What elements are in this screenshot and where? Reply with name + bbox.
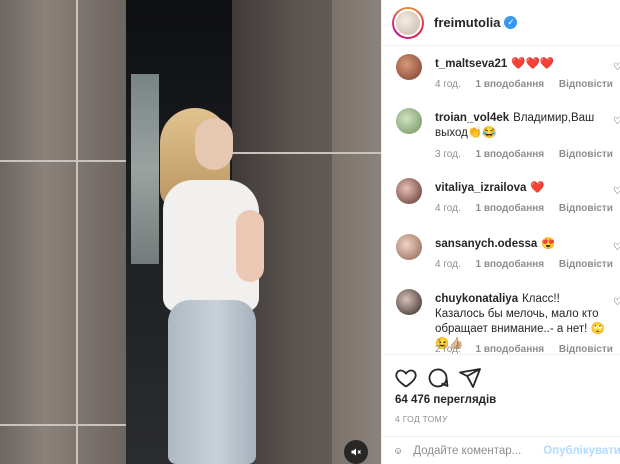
- comment-likes[interactable]: 1 вподобання: [476, 259, 545, 270]
- comment-text: 😍: [541, 238, 556, 250]
- post-video[interactable]: [0, 0, 381, 464]
- comment-meta: 2 год. 1 вподобання Відповісти: [435, 344, 620, 354]
- heart-icon[interactable]: [394, 366, 418, 390]
- person-arm: [236, 210, 264, 282]
- reply-button[interactable]: Відповісти: [559, 203, 613, 214]
- post-time[interactable]: 4 ГОД ТОМУ: [395, 414, 448, 424]
- comment-text: ❤️❤️❤️: [511, 58, 555, 70]
- comment-username[interactable]: sansanych.odessa: [435, 238, 537, 250]
- commenter-avatar[interactable]: [396, 289, 422, 315]
- comment-time: 3 год.: [435, 149, 461, 160]
- comment-meta: 3 год. 1 вподобання Відповісти: [435, 149, 620, 160]
- add-comment-bar: Опублікувати: [382, 436, 620, 464]
- comment-username[interactable]: chuykonataliya: [435, 293, 518, 305]
- reply-button[interactable]: Відповісти: [559, 259, 613, 270]
- heart-icon[interactable]: ♡: [613, 297, 620, 308]
- mute-button[interactable]: [344, 440, 368, 464]
- comment-time: 4 год.: [435, 259, 461, 270]
- commenter-avatar[interactable]: [396, 178, 422, 204]
- comment-likes[interactable]: 1 вподобання: [476, 79, 545, 90]
- commenter-avatar[interactable]: [396, 54, 422, 80]
- wall-tile-right-edge: [332, 0, 381, 464]
- comment-meta: 4 год. 1 вподобання Відповісти: [435, 203, 620, 214]
- verified-badge-icon: ✓: [504, 16, 518, 29]
- comment-time: 2 год.: [435, 344, 461, 354]
- heart-icon[interactable]: ♡: [613, 116, 620, 127]
- comment-username[interactable]: troian_vol4ek: [435, 112, 509, 124]
- background-light: [131, 74, 159, 264]
- person-jeans: [168, 300, 256, 464]
- post-header: freimutolia ✓: [382, 0, 620, 46]
- mute-icon: [351, 448, 361, 456]
- reply-button[interactable]: Відповісти: [559, 79, 613, 90]
- comment-username[interactable]: vitaliya_izrailova: [435, 182, 526, 194]
- comment-likes[interactable]: 1 вподобання: [476, 149, 545, 160]
- commenter-avatar[interactable]: [396, 108, 422, 134]
- tile-grout: [232, 152, 381, 154]
- share-icon[interactable]: [458, 366, 482, 390]
- comment-username[interactable]: t_maltseva21: [435, 58, 507, 70]
- comment-time: 4 год.: [435, 203, 461, 214]
- comment-meta: 4 год. 1 вподобання Відповісти: [435, 79, 620, 90]
- heart-icon[interactable]: ♡: [613, 186, 620, 197]
- view-count[interactable]: 64 476 переглядів: [395, 394, 496, 406]
- comment-icon[interactable]: [426, 366, 450, 390]
- comment-text: ❤️: [530, 182, 545, 194]
- comment-time: 4 год.: [435, 79, 461, 90]
- tile-grout: [76, 0, 78, 464]
- author-username[interactable]: freimutolia: [434, 15, 500, 30]
- post-side-panel: freimutolia ✓ t_maltseva21 ❤️❤️❤️ 4 год. …: [381, 0, 620, 464]
- person-head: [195, 118, 233, 170]
- heart-icon[interactable]: ♡: [613, 62, 620, 73]
- comments-list[interactable]: t_maltseva21 ❤️❤️❤️ 4 год. 1 вподобання В…: [382, 46, 620, 354]
- comment-likes[interactable]: 1 вподобання: [476, 203, 545, 214]
- commenter-avatar[interactable]: [396, 234, 422, 260]
- reply-button[interactable]: Відповісти: [559, 344, 613, 354]
- comment-meta: 4 год. 1 вподобання Відповісти: [435, 259, 620, 270]
- comment-likes[interactable]: 1 вподобання: [476, 344, 545, 354]
- post-comment-button[interactable]: Опублікувати: [543, 445, 620, 457]
- reply-button[interactable]: Відповісти: [559, 149, 613, 160]
- post-actions: 64 476 переглядів 4 ГОД ТОМУ: [382, 354, 620, 436]
- heart-icon[interactable]: ♡: [613, 242, 620, 253]
- emoji-icon[interactable]: [395, 441, 401, 461]
- author-avatar[interactable]: [392, 6, 424, 39]
- comment-input[interactable]: [413, 444, 538, 457]
